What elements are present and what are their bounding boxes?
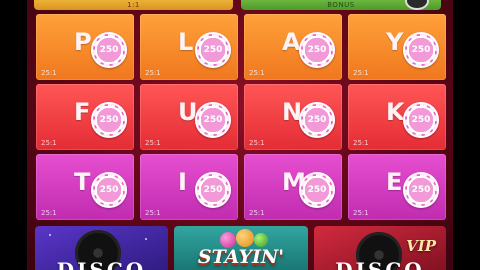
chip-value: 250 — [203, 115, 223, 125]
bonus-label: BONUS — [327, 1, 355, 9]
cell-letter: I — [178, 168, 187, 196]
green-ball-icon — [254, 233, 268, 247]
chip-value: 250 — [411, 45, 431, 55]
bonus-tile-stayin[interactable]: STAYIN' — [174, 226, 308, 270]
bet-cell-y[interactable]: Y 250 25:1 — [348, 14, 446, 80]
chip-icon: 250 — [195, 102, 231, 138]
chip-value: 250 — [99, 185, 119, 195]
chip-icon: 250 — [403, 102, 439, 138]
cell-payout: 25:1 — [249, 139, 265, 147]
game-board: 1:1 BONUS P 250 25:1 L 250 25:1 A 250 25… — [27, 0, 453, 270]
chip-icon: 250 — [91, 172, 127, 208]
bet-cell-m[interactable]: M 250 25:1 — [244, 154, 342, 220]
chip-value: 250 — [203, 185, 223, 195]
even-money-bet-bar[interactable]: 1:1 — [34, 0, 233, 10]
bet-cell-i[interactable]: I 250 25:1 — [140, 154, 238, 220]
bonus-tile-title: STAYIN' — [197, 246, 285, 268]
bet-cell-l[interactable]: L 250 25:1 — [140, 14, 238, 80]
sparkle-icon — [145, 238, 147, 240]
cell-payout: 25:1 — [249, 69, 265, 77]
letter-row-time: T 250 25:1 I 250 25:1 M 250 25:1 E 250 2… — [36, 154, 446, 222]
chip-icon: 250 — [403, 32, 439, 68]
bonus-tile-title: DISCO — [335, 258, 425, 270]
cell-payout: 25:1 — [353, 69, 369, 77]
sparkle-icon — [49, 234, 51, 236]
letter-bet-grid: P 250 25:1 L 250 25:1 A 250 25:1 Y 250 2… — [36, 14, 446, 220]
bonus-tile-disco[interactable]: DISCO — [35, 226, 168, 270]
even-money-label: 1:1 — [127, 1, 140, 9]
cell-letter: E — [386, 168, 403, 196]
chip-value: 250 — [99, 45, 119, 55]
cell-payout: 25:1 — [145, 69, 161, 77]
cell-payout: 25:1 — [41, 209, 57, 217]
chip-icon: 250 — [299, 32, 335, 68]
bet-cell-f[interactable]: F 250 25:1 — [36, 84, 134, 150]
chip-icon: 250 — [91, 32, 127, 68]
bet-cell-u[interactable]: U 250 25:1 — [140, 84, 238, 150]
cell-letter: P — [74, 28, 92, 56]
chip-value: 250 — [307, 45, 327, 55]
bonus-tile-title: DISCO — [56, 258, 147, 270]
bet-cell-t[interactable]: T 250 25:1 — [36, 154, 134, 220]
cell-letter: Y — [386, 28, 404, 56]
chip-icon: 250 — [195, 32, 231, 68]
letter-row-funk: F 250 25:1 U 250 25:1 N 250 25:1 K 250 2… — [36, 84, 446, 152]
bet-cell-k[interactable]: K 250 25:1 — [348, 84, 446, 150]
bet-cell-e[interactable]: E 250 25:1 — [348, 154, 446, 220]
chip-icon: 250 — [91, 102, 127, 138]
cell-payout: 25:1 — [249, 209, 265, 217]
cell-letter: L — [178, 28, 194, 56]
cell-payout: 25:1 — [41, 139, 57, 147]
cell-payout: 25:1 — [353, 209, 369, 217]
chip-icon: 250 — [299, 102, 335, 138]
chip-icon: 250 — [299, 172, 335, 208]
bet-cell-p[interactable]: P 250 25:1 — [36, 14, 134, 80]
cell-payout: 25:1 — [41, 69, 57, 77]
orange-ball-icon — [236, 229, 254, 247]
chip-value: 250 — [307, 185, 327, 195]
vip-badge: VIP — [406, 237, 436, 255]
chip-icon: 250 — [403, 172, 439, 208]
chip-value: 250 — [411, 115, 431, 125]
cell-letter: A — [282, 28, 301, 56]
letter-row-play: P 250 25:1 L 250 25:1 A 250 25:1 Y 250 2… — [36, 14, 446, 82]
cell-payout: 25:1 — [353, 139, 369, 147]
cell-payout: 25:1 — [145, 209, 161, 217]
chip-icon: 250 — [195, 172, 231, 208]
cell-letter: F — [74, 98, 91, 126]
chip-value: 250 — [203, 45, 223, 55]
cell-letter: T — [74, 168, 91, 196]
bet-cell-n[interactable]: N 250 25:1 — [244, 84, 342, 150]
cell-letter: K — [386, 98, 405, 126]
cell-payout: 25:1 — [145, 139, 161, 147]
chip-value: 250 — [411, 185, 431, 195]
bet-cell-a[interactable]: A 250 25:1 — [244, 14, 342, 80]
chip-value: 250 — [99, 115, 119, 125]
bonus-tile-vip-disco[interactable]: VIP DISCO — [314, 226, 446, 270]
chip-value: 250 — [307, 115, 327, 125]
